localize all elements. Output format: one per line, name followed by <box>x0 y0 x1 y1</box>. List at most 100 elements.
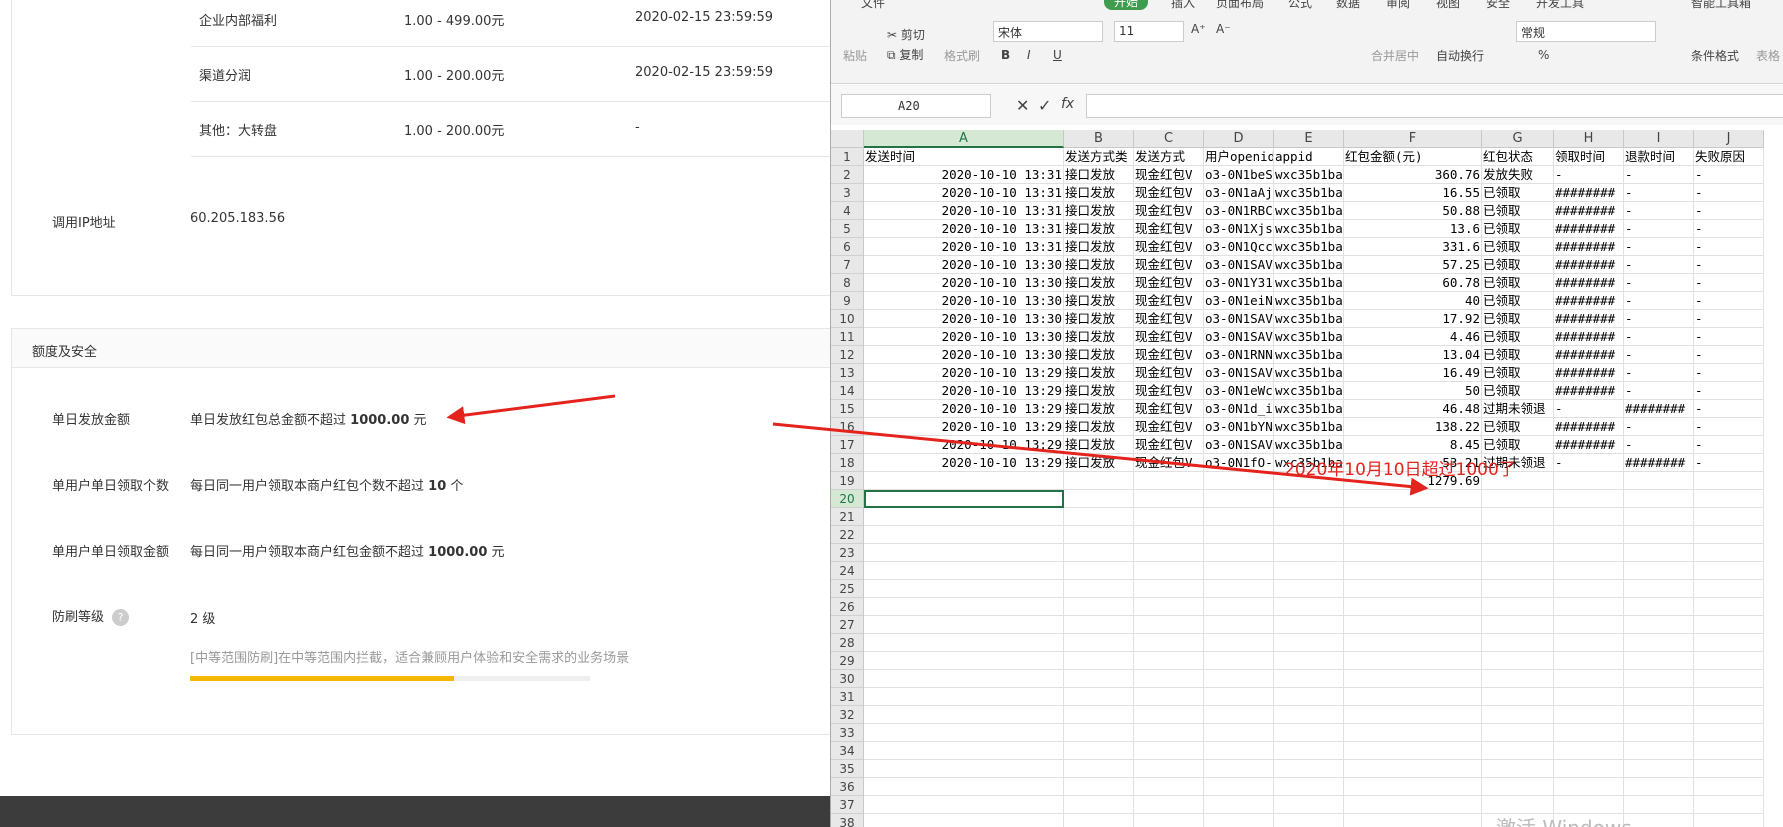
cell-D19[interactable] <box>1204 472 1274 490</box>
cell-D13[interactable]: o3-0N1SAV <box>1204 364 1274 382</box>
cell-F7[interactable]: 57.25 <box>1344 256 1482 274</box>
italic-icon[interactable]: I <box>1027 48 1031 62</box>
cell-C33[interactable] <box>1134 724 1204 742</box>
cell-E17[interactable]: wxc35b1ba <box>1274 436 1344 454</box>
cell-B29[interactable] <box>1064 652 1134 670</box>
cell-I3[interactable]: - <box>1624 184 1694 202</box>
cell-C29[interactable] <box>1134 652 1204 670</box>
cell-H35[interactable] <box>1554 760 1624 778</box>
row-header[interactable]: 36 <box>831 778 864 796</box>
cell-C9[interactable]: 现金红包V <box>1134 292 1204 310</box>
cell-J7[interactable]: - <box>1694 256 1764 274</box>
row-header[interactable]: 12 <box>831 346 864 364</box>
table-style-button[interactable]: 表格 <box>1756 47 1780 64</box>
cell-I37[interactable] <box>1624 796 1694 814</box>
cell-J25[interactable] <box>1694 580 1764 598</box>
cell-E16[interactable]: wxc35b1ba <box>1274 418 1344 436</box>
cell-I1[interactable]: 退款时间 <box>1624 148 1694 166</box>
cell-I7[interactable]: - <box>1624 256 1694 274</box>
cell-J10[interactable]: - <box>1694 310 1764 328</box>
cell-G8[interactable]: 已领取 <box>1482 274 1554 292</box>
cell-D27[interactable] <box>1204 616 1274 634</box>
cell-A16[interactable]: 2020-10-10 13:29 <box>864 418 1064 436</box>
cell-E10[interactable]: wxc35b1ba <box>1274 310 1344 328</box>
cell-B22[interactable] <box>1064 526 1134 544</box>
cell-G15[interactable]: 过期未领退 <box>1482 400 1554 418</box>
cell-A5[interactable]: 2020-10-10 13:31 <box>864 220 1064 238</box>
select-all-corner[interactable] <box>831 130 864 148</box>
cell-B32[interactable] <box>1064 706 1134 724</box>
cell-E26[interactable] <box>1274 598 1344 616</box>
cell-I36[interactable] <box>1624 778 1694 796</box>
row-header[interactable]: 18 <box>831 454 864 472</box>
col-header-E[interactable]: E <box>1274 130 1344 148</box>
cell-F22[interactable] <box>1344 526 1482 544</box>
row-header[interactable]: 26 <box>831 598 864 616</box>
cell-D31[interactable] <box>1204 688 1274 706</box>
menu-dev[interactable]: 开发工具 <box>1536 0 1584 11</box>
cell-C10[interactable]: 现金红包V <box>1134 310 1204 328</box>
cell-G3[interactable]: 已领取 <box>1482 184 1554 202</box>
cell-A2[interactable]: 2020-10-10 13:31 <box>864 166 1064 184</box>
cell-C26[interactable] <box>1134 598 1204 616</box>
col-header-B[interactable]: B <box>1064 130 1134 148</box>
cell-H22[interactable] <box>1554 526 1624 544</box>
cell-J30[interactable] <box>1694 670 1764 688</box>
cancel-icon[interactable]: ✕ <box>1016 96 1029 115</box>
cell-F16[interactable]: 138.22 <box>1344 418 1482 436</box>
cell-B36[interactable] <box>1064 778 1134 796</box>
cell-B18[interactable]: 接口发放 <box>1064 454 1134 472</box>
cell-G28[interactable] <box>1482 634 1554 652</box>
cell-F10[interactable]: 17.92 <box>1344 310 1482 328</box>
cell-B17[interactable]: 接口发放 <box>1064 436 1134 454</box>
row-header[interactable]: 2 <box>831 166 864 184</box>
cell-F32[interactable] <box>1344 706 1482 724</box>
cell-I18[interactable]: ######## <box>1624 454 1694 472</box>
cell-H36[interactable] <box>1554 778 1624 796</box>
cell-H2[interactable]: - <box>1554 166 1624 184</box>
cell-G4[interactable]: 已领取 <box>1482 202 1554 220</box>
menu-file[interactable]: 文件 <box>861 0 885 11</box>
cell-C21[interactable] <box>1134 508 1204 526</box>
row-header[interactable]: 27 <box>831 616 864 634</box>
cell-A30[interactable] <box>864 670 1064 688</box>
cell-F33[interactable] <box>1344 724 1482 742</box>
cell-J37[interactable] <box>1694 796 1764 814</box>
cell-E8[interactable]: wxc35b1ba <box>1274 274 1344 292</box>
cell-E7[interactable]: wxc35b1ba <box>1274 256 1344 274</box>
cell-J38[interactable] <box>1694 814 1764 827</box>
cell-B12[interactable]: 接口发放 <box>1064 346 1134 364</box>
cell-E24[interactable] <box>1274 562 1344 580</box>
cell-B34[interactable] <box>1064 742 1134 760</box>
cell-J13[interactable]: - <box>1694 364 1764 382</box>
cell-H34[interactable] <box>1554 742 1624 760</box>
cell-B16[interactable]: 接口发放 <box>1064 418 1134 436</box>
cell-G24[interactable] <box>1482 562 1554 580</box>
cell-D30[interactable] <box>1204 670 1274 688</box>
cell-J3[interactable]: - <box>1694 184 1764 202</box>
cell-G21[interactable] <box>1482 508 1554 526</box>
cell-E28[interactable] <box>1274 634 1344 652</box>
cell-E21[interactable] <box>1274 508 1344 526</box>
cell-B30[interactable] <box>1064 670 1134 688</box>
cell-J18[interactable]: - <box>1694 454 1764 472</box>
row-header[interactable]: 32 <box>831 706 864 724</box>
cell-H29[interactable] <box>1554 652 1624 670</box>
cell-A38[interactable] <box>864 814 1064 827</box>
cell-C25[interactable] <box>1134 580 1204 598</box>
cell-J20[interactable] <box>1694 490 1764 508</box>
cell-D4[interactable]: o3-0N1RBC <box>1204 202 1274 220</box>
row-header[interactable]: 19 <box>831 472 864 490</box>
cell-C38[interactable] <box>1134 814 1204 827</box>
menu-tools[interactable]: 智能工具箱 <box>1691 0 1751 11</box>
cell-J8[interactable]: - <box>1694 274 1764 292</box>
cell-F3[interactable]: 16.55 <box>1344 184 1482 202</box>
cell-J36[interactable] <box>1694 778 1764 796</box>
cell-B23[interactable] <box>1064 544 1134 562</box>
cell-D1[interactable]: 用户openid <box>1204 148 1274 166</box>
cell-G6[interactable]: 已领取 <box>1482 238 1554 256</box>
cell-F9[interactable]: 40 <box>1344 292 1482 310</box>
row-header[interactable]: 6 <box>831 238 864 256</box>
menu-security[interactable]: 安全 <box>1486 0 1510 11</box>
cell-A31[interactable] <box>864 688 1064 706</box>
